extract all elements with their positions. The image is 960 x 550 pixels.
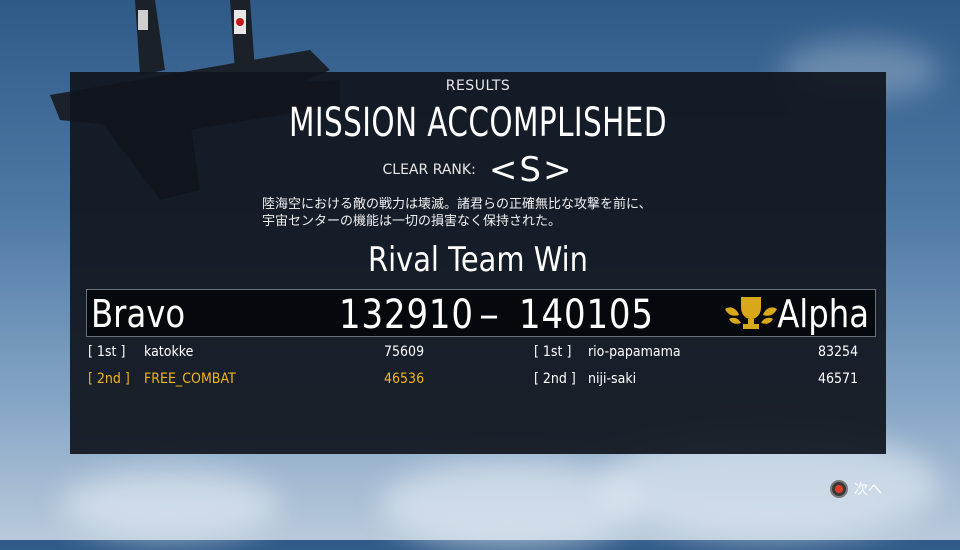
mission-description: 陸海空における敵の戦力は壊滅。諸君らの正確無比な攻撃を前に、 宇宙センターの機能…	[262, 196, 652, 230]
right-player-name: rio-papamama	[588, 344, 681, 360]
clear-rank: CLEAR RANK: <S>	[70, 150, 886, 190]
left-team-score: 132910	[339, 292, 474, 338]
right-player-name: niji-saki	[588, 371, 637, 387]
clear-rank-value: <S>	[488, 150, 574, 190]
left-player-place: [ 2nd ]	[88, 371, 130, 387]
mission-title: MISSION ACCOMPLISHED	[289, 100, 667, 146]
right-team-name: Alpha	[777, 292, 869, 336]
cloud	[60, 470, 280, 540]
team-score-bar: Bravo 132910 – 140105 Alpha	[86, 289, 876, 338]
next-label: 次へ	[854, 482, 882, 498]
left-player-name: FREE_COMBAT	[144, 371, 236, 387]
results-panel: RESULTS MISSION ACCOMPLISHED CLEAR RANK:…	[70, 72, 886, 454]
next-button[interactable]: 次へ	[830, 479, 882, 499]
right-player-place: [ 1st ]	[534, 344, 572, 360]
trophy-icon	[725, 297, 777, 329]
left-team-name: Bravo	[91, 292, 186, 336]
left-player-name: katokke	[144, 344, 194, 360]
score-separator: –	[479, 292, 499, 338]
left-player-score: 46536	[384, 371, 425, 387]
right-team-score: 140105	[519, 292, 654, 338]
right-player-place: [ 2nd ]	[534, 371, 576, 387]
left-player-place: [ 1st ]	[88, 344, 126, 360]
description-line-2: 宇宙センターの機能は一切の損害なく保持された。	[262, 214, 562, 229]
results-label: RESULTS	[445, 78, 511, 94]
right-player-score: 46571	[818, 371, 859, 387]
circle-button-icon	[830, 480, 848, 498]
clear-rank-label: CLEAR RANK:	[382, 162, 476, 178]
cloud	[380, 460, 640, 550]
right-player-score: 83254	[818, 344, 859, 360]
match-outcome: Rival Team Win	[367, 240, 588, 280]
description-line-1: 陸海空における敵の戦力は壊滅。諸君らの正確無比な攻撃を前に、	[262, 197, 652, 212]
left-player-score: 75609	[384, 344, 425, 360]
